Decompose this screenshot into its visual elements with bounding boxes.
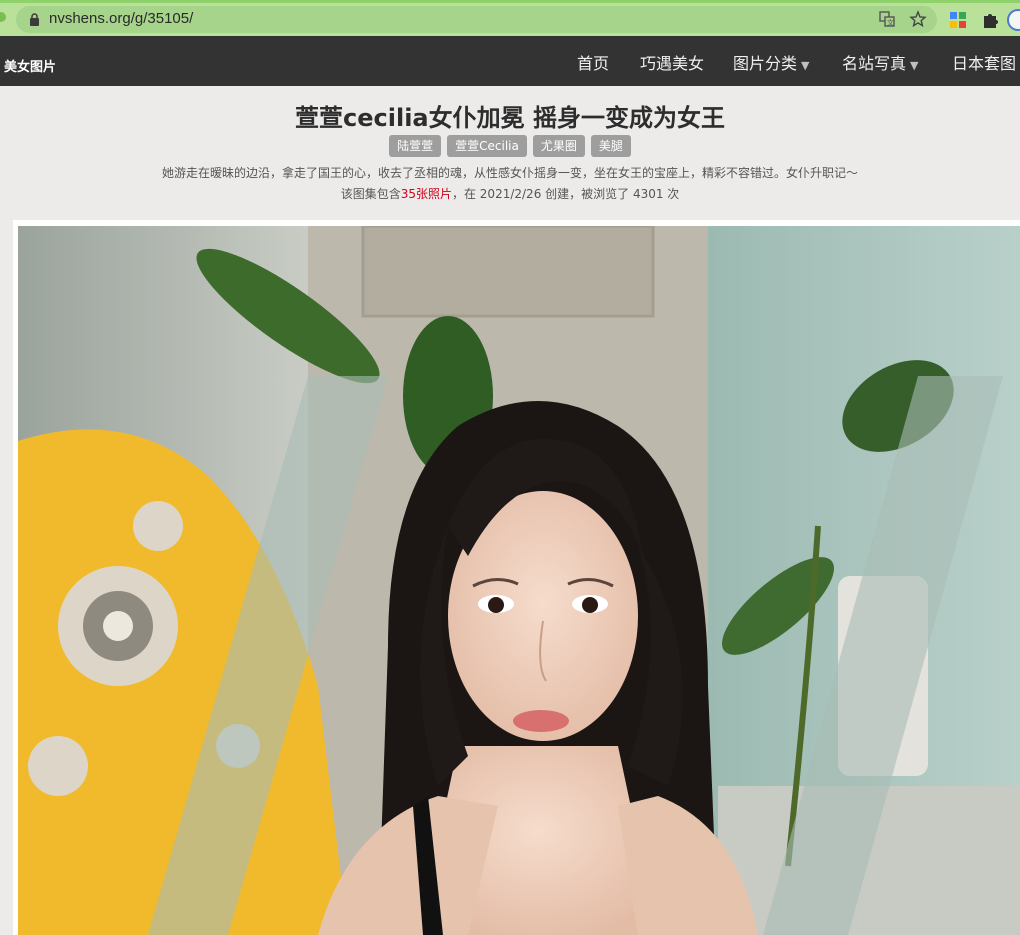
apps-icon[interactable]	[948, 10, 968, 30]
tag[interactable]: 萱萱Cecilia	[447, 135, 527, 157]
avatar[interactable]	[1007, 9, 1020, 31]
nav-label: 巧遇美女	[640, 54, 705, 73]
tag[interactable]: 美腿	[590, 135, 631, 157]
photo-count: 35张照片	[400, 187, 452, 201]
translate-icon[interactable]: 文	[878, 10, 896, 28]
nav-label: 首页	[577, 54, 610, 73]
back-button[interactable]	[0, 12, 6, 22]
nav-label: 图片分类	[733, 54, 798, 73]
url-text[interactable]: nvshens.org/g/35105/	[49, 10, 193, 27]
caret-down-icon: ▼	[910, 59, 919, 72]
photo-illustration	[18, 226, 1020, 935]
nav-item-categories[interactable]: 图片分类 ▼	[733, 50, 809, 74]
meta-prefix: 该图集包含	[340, 187, 401, 201]
star-icon[interactable]	[909, 10, 927, 28]
nav-label: 名站写真	[842, 54, 907, 73]
site-nav: 美女图片 首页 巧遇美女 图片分类 ▼ 名站写真 ▼ 日本套图	[0, 36, 1020, 86]
nav-label: 日本套图	[952, 54, 1017, 73]
meta-suffix: ，在 2021/2/26 创建，被浏览了 4301 次	[451, 187, 680, 201]
caret-down-icon: ▼	[801, 59, 810, 72]
nav-item-encounter[interactable]: 巧遇美女	[640, 50, 704, 74]
tag-list: 陆萱萱 萱萱Cecilia 尤果圈 美腿	[0, 135, 1020, 157]
gallery-title: 萱萱cecilia女仆加冕 摇身一变成为女王	[295, 104, 725, 132]
tag[interactable]: 尤果圈	[532, 135, 585, 157]
gallery-photo[interactable]	[18, 226, 1020, 935]
svg-text:文: 文	[887, 18, 894, 27]
browser-toolbar: nvshens.org/g/35105/ 文	[0, 0, 1020, 36]
lock-icon[interactable]	[29, 13, 40, 26]
gallery-description: 她游走在暧昧的边沿，拿走了国王的心，收去了丞相的魂，从性感女仆摇身一变，坐在女王…	[161, 166, 858, 180]
puzzle-icon[interactable]	[980, 10, 1000, 30]
tag[interactable]: 陆萱萱	[389, 135, 442, 157]
nav-item-japan[interactable]: 日本套图	[952, 50, 1016, 74]
nav-menu: 首页 巧遇美女 图片分类 ▼ 名站写真 ▼ 日本套图	[0, 50, 1020, 74]
photo-frame	[13, 220, 1020, 935]
address-bar[interactable]: nvshens.org/g/35105/ 文	[16, 6, 937, 33]
nav-item-studios[interactable]: 名站写真 ▼	[842, 50, 918, 74]
gallery-meta: 该图集包含35张照片，在 2021/2/26 创建，被浏览了 4301 次	[0, 185, 1020, 202]
nav-item-home[interactable]: 首页	[577, 50, 609, 74]
